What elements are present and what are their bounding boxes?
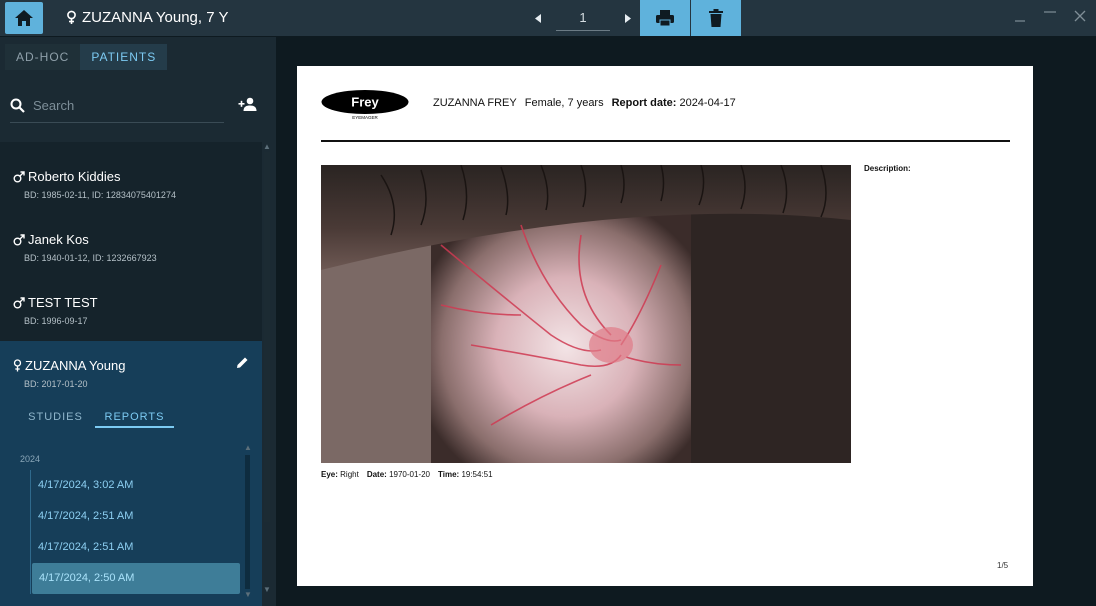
capture-time: 19:54:51 bbox=[461, 470, 493, 479]
page-number-input[interactable]: 1 bbox=[556, 5, 610, 31]
caret-right-icon bbox=[625, 13, 631, 23]
report-viewer: Frey EYEMAGER ZUZANNA FREY Female, 7 yea… bbox=[276, 37, 1096, 606]
page-navigator: 1 bbox=[530, 5, 636, 31]
capture-time-label: Time: bbox=[438, 470, 460, 479]
patient-subtabs: STUDIES REPORTS bbox=[16, 411, 174, 428]
scroll-up-icon[interactable]: ▲ bbox=[244, 443, 252, 452]
year-group-label: 2024 bbox=[20, 454, 41, 464]
eye-image bbox=[321, 165, 851, 463]
image-caption: Eye: Right Date: 1970-01-20 Time: 19:54:… bbox=[321, 470, 493, 479]
report-date: 2024-04-17 bbox=[679, 97, 736, 109]
patient-name: ZUZANNA Young bbox=[25, 358, 126, 373]
patient-info: BD: 1940-01-12, ID: 1232667923 bbox=[24, 253, 157, 263]
patient-demographics: Female, 7 years bbox=[524, 97, 604, 109]
male-icon bbox=[13, 296, 25, 308]
tab-studies[interactable]: STUDIES bbox=[16, 411, 95, 428]
patient-list-scrollbar[interactable]: ▲ ▼ bbox=[263, 142, 272, 606]
minimize-icon[interactable] bbox=[1012, 6, 1028, 26]
window-controls bbox=[1012, 6, 1088, 26]
tab-ad-hoc[interactable]: AD-HOC bbox=[5, 44, 81, 70]
edit-patient-button[interactable] bbox=[236, 356, 249, 374]
svg-text:Frey: Frey bbox=[351, 95, 379, 110]
report-item[interactable]: 4/17/2024, 2:51 AM bbox=[31, 501, 240, 532]
eye-value: Right bbox=[340, 470, 359, 479]
report-page: Frey EYEMAGER ZUZANNA FREY Female, 7 yea… bbox=[297, 66, 1033, 586]
delete-button[interactable] bbox=[691, 0, 741, 36]
prev-page-button[interactable] bbox=[530, 5, 546, 31]
report-list-scrollbar[interactable]: ▲ ▼ bbox=[244, 443, 252, 599]
report-item[interactable]: 4/17/2024, 3:02 AM bbox=[31, 470, 240, 501]
male-icon bbox=[13, 170, 25, 182]
female-icon bbox=[67, 10, 76, 24]
patient-title: ZUZANNA Young, 7 Y bbox=[66, 9, 228, 26]
maximize-icon[interactable] bbox=[1042, 6, 1058, 26]
scrollbar-track[interactable] bbox=[245, 455, 250, 589]
report-date-label: Report date: bbox=[611, 97, 677, 109]
capture-date: 1970-01-20 bbox=[389, 470, 430, 479]
pencil-icon bbox=[237, 357, 248, 368]
home-button[interactable] bbox=[5, 2, 43, 34]
female-icon bbox=[13, 359, 22, 372]
scroll-up-icon[interactable]: ▲ bbox=[263, 142, 271, 151]
printer-icon bbox=[656, 10, 674, 27]
scrollbar-thumb[interactable] bbox=[264, 152, 270, 522]
next-page-button[interactable] bbox=[620, 5, 636, 31]
sidebar: AD-HOC PATIENTS Search Roberto Kiddies B… bbox=[0, 37, 275, 606]
male-icon bbox=[13, 233, 25, 245]
page-indicator: 1/5 bbox=[997, 561, 1009, 570]
caret-left-icon bbox=[535, 13, 541, 23]
patient-item[interactable]: TEST TEST BD: 1996-09-17 bbox=[0, 278, 262, 341]
patient-info: BD: 2017-01-20 bbox=[24, 379, 88, 389]
scroll-down-icon[interactable]: ▼ bbox=[244, 590, 252, 599]
patient-item-selected[interactable]: ZUZANNA Young BD: 2017-01-20 STUDIES REP… bbox=[0, 341, 262, 606]
patient-item[interactable]: Roberto Kiddies BD: 1985-02-11, ID: 1283… bbox=[0, 152, 262, 215]
report-list: 4/17/2024, 3:02 AM 4/17/2024, 2:51 AM 4/… bbox=[30, 470, 240, 594]
patient-info: BD: 1996-09-17 bbox=[24, 316, 88, 326]
description-label: Description: bbox=[864, 164, 911, 173]
window-title: ZUZANNA Young, 7 Y bbox=[82, 9, 229, 26]
patient-item[interactable]: Janek Kos BD: 1940-01-12, ID: 1232667923 bbox=[0, 215, 262, 278]
close-icon[interactable] bbox=[1072, 6, 1088, 26]
patient-name: TEST TEST bbox=[28, 295, 98, 310]
patient-name: Roberto Kiddies bbox=[28, 169, 121, 184]
search-icon bbox=[10, 98, 25, 113]
trash-icon bbox=[709, 9, 723, 27]
search-input[interactable]: Search bbox=[10, 89, 224, 123]
report-item[interactable]: 4/17/2024, 2:51 AM bbox=[31, 532, 240, 563]
patient-list: Roberto Kiddies BD: 1985-02-11, ID: 1283… bbox=[0, 142, 262, 606]
header-divider bbox=[321, 140, 1010, 142]
patient-fullname: ZUZANNA FREY bbox=[433, 97, 517, 109]
tab-reports[interactable]: REPORTS bbox=[95, 411, 174, 428]
report-header: ZUZANNA FREY Female, 7 years Report date… bbox=[433, 97, 736, 109]
add-patient-button[interactable] bbox=[236, 94, 260, 114]
patient-name: Janek Kos bbox=[28, 232, 89, 247]
frey-logo: Frey EYEMAGER bbox=[321, 90, 409, 120]
tab-patients[interactable]: PATIENTS bbox=[80, 44, 168, 70]
svg-text:EYEMAGER: EYEMAGER bbox=[352, 115, 378, 120]
search-placeholder: Search bbox=[33, 98, 75, 113]
scroll-down-icon[interactable]: ▼ bbox=[263, 585, 271, 594]
capture-date-label: Date: bbox=[366, 470, 387, 479]
home-icon bbox=[15, 10, 33, 26]
add-user-icon bbox=[238, 97, 257, 111]
eye-label: Eye: bbox=[321, 470, 338, 479]
mode-tabs: AD-HOC PATIENTS bbox=[5, 44, 168, 70]
print-button[interactable] bbox=[640, 0, 690, 36]
title-bar: ZUZANNA Young, 7 Y 1 bbox=[0, 0, 1096, 37]
report-item-selected[interactable]: 4/17/2024, 2:50 AM bbox=[32, 563, 240, 594]
patient-info: BD: 1985-02-11, ID: 12834075401274 bbox=[24, 190, 176, 200]
